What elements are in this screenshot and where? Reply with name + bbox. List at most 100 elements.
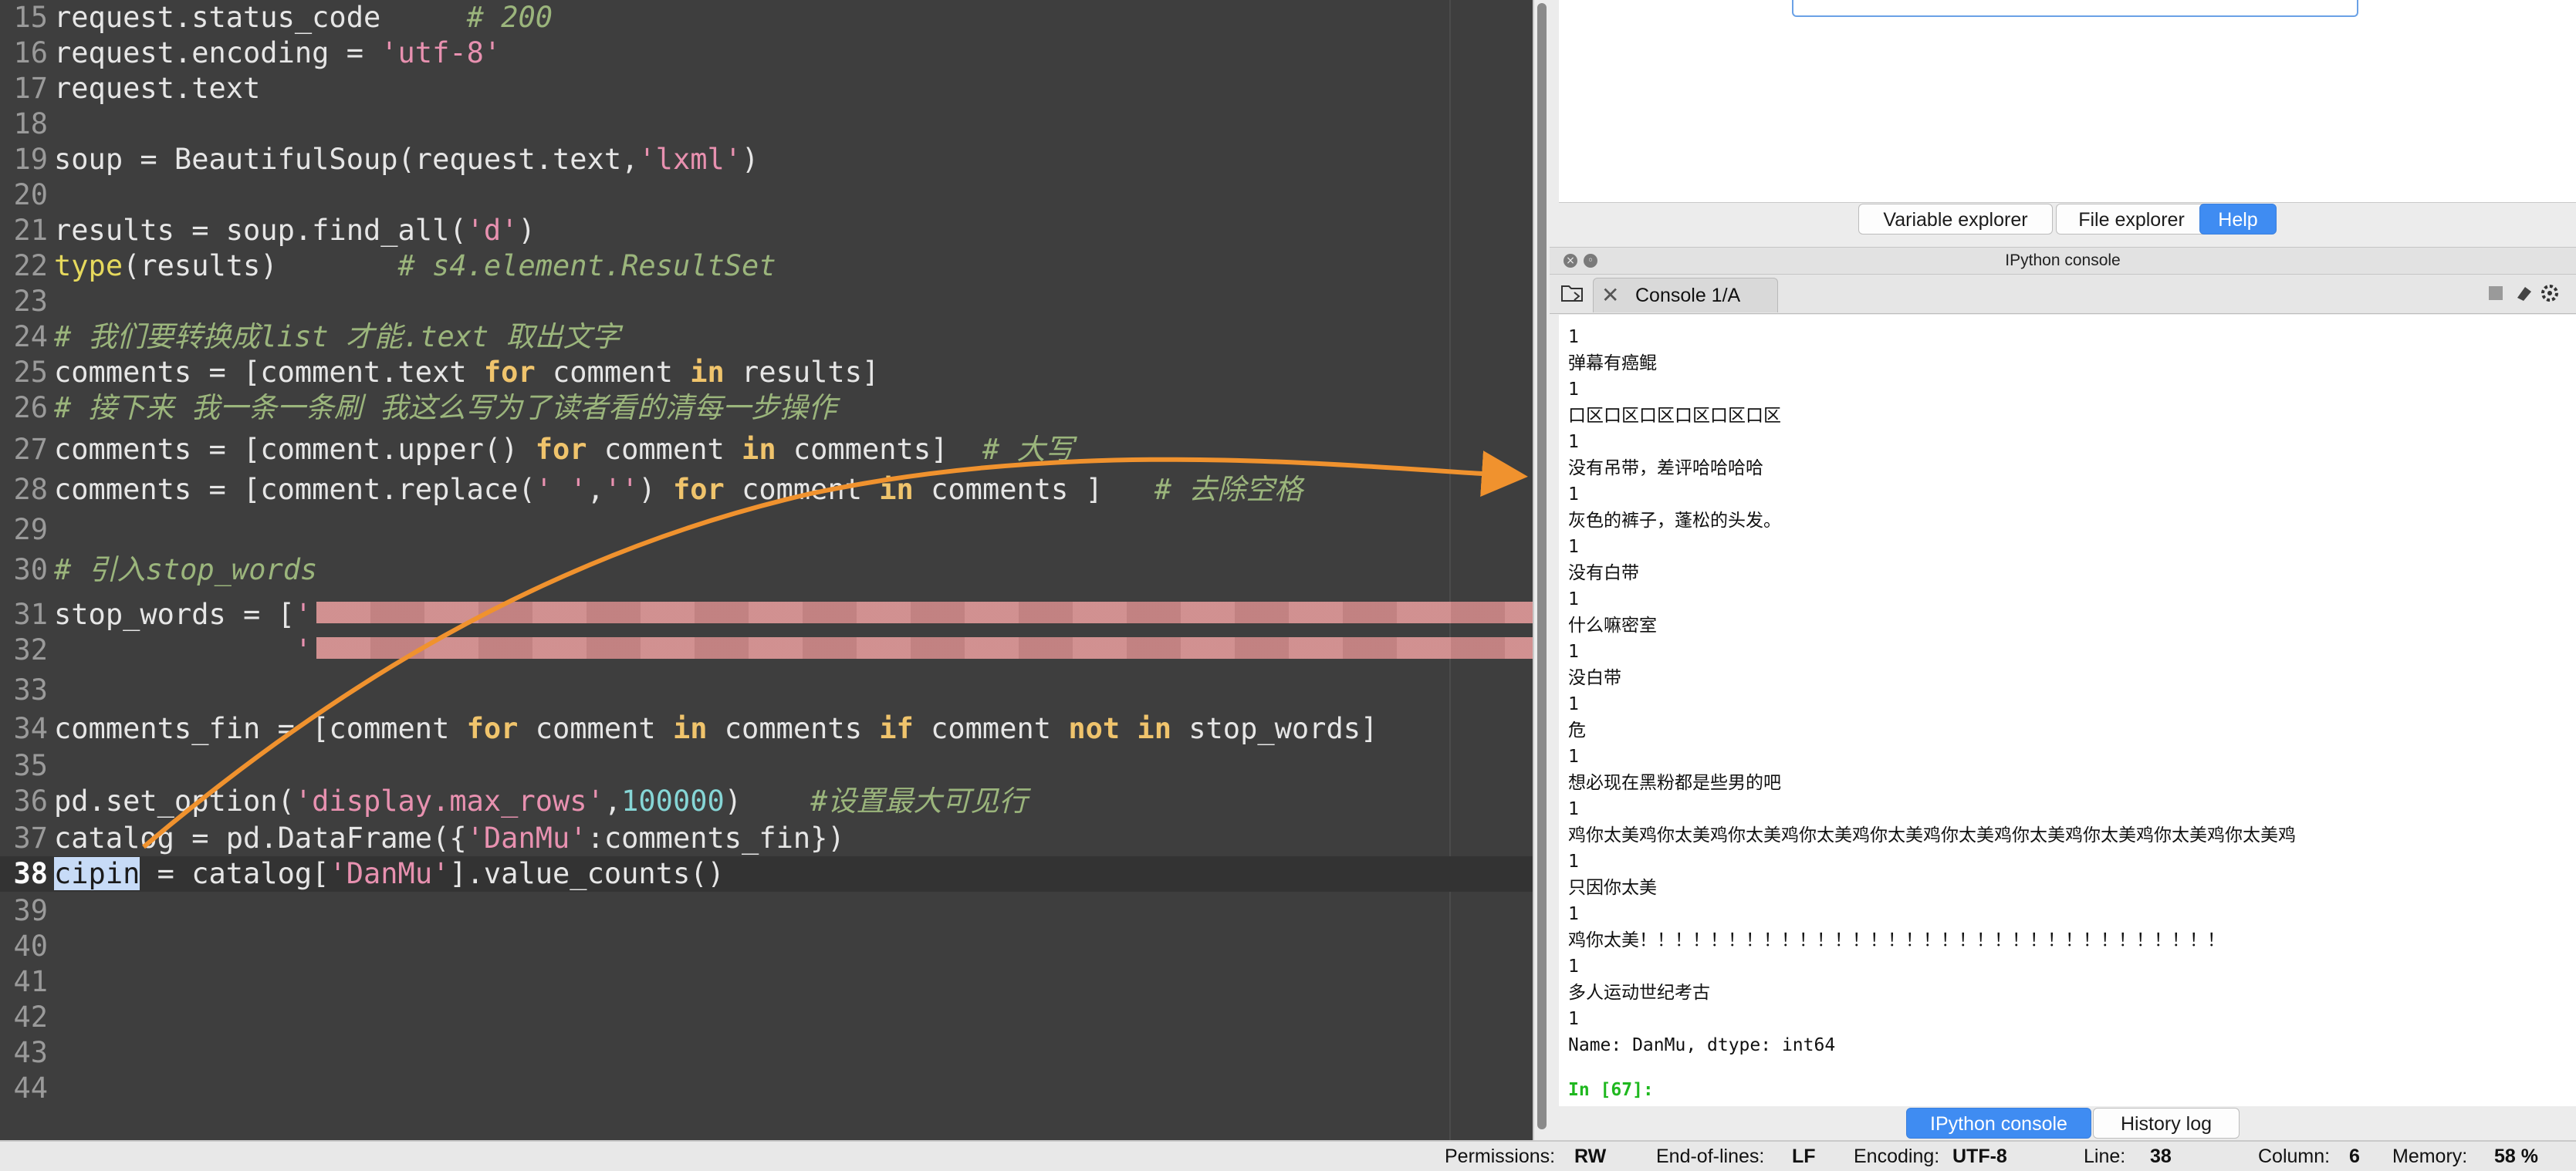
editor-line[interactable]: 21 results = soup.find_all('d') <box>0 213 1533 248</box>
code-text[interactable]: cipin = catalog['DanMu'].value_counts() <box>54 856 725 892</box>
editor-line[interactable]: 36 pd.set_option('display.max_rows',10000… <box>0 784 1533 819</box>
editor-line[interactable]: 41 <box>0 964 1533 1000</box>
line-number: 24 <box>13 320 48 353</box>
column-label: Column: <box>2258 1146 2331 1167</box>
code-text[interactable]: comments = [comment.upper() for comment … <box>54 432 1073 467</box>
editor-line[interactable]: 23 <box>0 284 1533 319</box>
help-pane <box>1559 0 2576 203</box>
console-output-line: 1 <box>1568 327 1579 347</box>
gear-icon[interactable] <box>2541 284 2559 302</box>
close-tab-icon[interactable]: ✕ <box>1601 282 1619 309</box>
line-number: 20 <box>13 178 48 211</box>
editor-line[interactable]: 19 soup = BeautifulSoup(request.text,'lxm… <box>0 142 1533 177</box>
memory-value: 58 % <box>2494 1146 2538 1167</box>
console-output-line: 灰色的裤子，蓬松的头发。 <box>1568 511 1781 531</box>
code-text[interactable]: comments_fin = [comment for comment in c… <box>54 711 1378 747</box>
console-output-line: 口区口区口区口区口区口区 <box>1568 406 1781 426</box>
line-number: 16 <box>13 36 48 69</box>
line-number: 33 <box>13 673 48 707</box>
code-editor[interactable]: 15 request.status_code # 200 16 request.enc… <box>0 0 1533 1140</box>
eraser-icon[interactable] <box>2514 284 2533 302</box>
code-text[interactable]: pd.set_option('display.max_rows',100000)… <box>54 784 1027 819</box>
editor-line[interactable]: 27 comments = [comment.upper() for commen… <box>0 432 1533 467</box>
encoding-value: UTF-8 <box>1952 1146 2007 1167</box>
editor-line[interactable]: 40 <box>0 929 1533 964</box>
console-output[interactable]: 1 弹幕有癌鲲 1 口区口区口区口区口区口区 1 没有吊带，差评哈哈哈哈 1 灰色的裤子，蓬松… <box>1559 315 2576 1106</box>
editor-line[interactable]: 37 catalog = pd.DataFrame({'DanMu':commen… <box>0 821 1533 856</box>
line-number: 35 <box>13 749 48 782</box>
editor-line[interactable]: 15 request.status_code # 200 <box>0 0 1533 35</box>
close-pane-icon[interactable]: × <box>1564 254 1577 268</box>
eol-value: LF <box>1792 1146 1816 1167</box>
console-toolbar: ✕ Console 1/A <box>1550 275 2576 314</box>
editor-line[interactable]: 44 <box>0 1071 1533 1106</box>
editor-line[interactable]: 17 request.text <box>0 71 1533 106</box>
right-pane: Variable explorer File explorer Help IPy… <box>1550 0 2576 1140</box>
code-text[interactable]: type(results) # s4.element.ResultSet <box>54 248 776 284</box>
editor-line[interactable]: 18 <box>0 106 1533 142</box>
code-text[interactable]: request.text <box>54 71 260 106</box>
tab-variable-explorer[interactable]: Variable explorer <box>1858 204 2053 235</box>
console-output-line: 1 <box>1568 537 1579 557</box>
editor-line[interactable]: 25 comments = [comment.text for comment i… <box>0 355 1533 390</box>
editor-line[interactable]: 38 cipin = catalog['DanMu'].value_counts(… <box>0 856 1533 892</box>
editor-line[interactable]: 20 <box>0 177 1533 213</box>
line-number: 25 <box>13 356 48 389</box>
line-number: 28 <box>13 473 48 506</box>
code-text[interactable]: request.encoding = 'utf-8' <box>54 35 501 71</box>
tab-file-explorer[interactable]: File explorer <box>2056 204 2207 235</box>
stop-words-string-line-32 <box>316 637 1533 659</box>
permissions-label: Permissions: <box>1445 1146 1556 1167</box>
code-text[interactable]: comments = [comment.replace(' ','') for … <box>54 472 1303 508</box>
code-text[interactable]: request.status_code # 200 <box>54 0 553 35</box>
tab-help[interactable]: Help <box>2199 204 2277 235</box>
console-output-line: 鸡你太美鸡你太美鸡你太美鸡你太美鸡你太美鸡你太美鸡你太美鸡你太美鸡你太美鸡你太美… <box>1568 825 2296 845</box>
console-output-line: 没白带 <box>1568 668 1621 688</box>
code-text[interactable]: # 引入stop_words <box>54 552 317 588</box>
help-search-field[interactable] <box>1792 0 2358 17</box>
console-output-line: 1 <box>1568 484 1579 505</box>
console-output-line: Name: DanMu, dtype: int64 <box>1568 1035 1836 1055</box>
editor-line[interactable]: 42 <box>0 1000 1533 1035</box>
code-text[interactable]: results = soup.find_all('d') <box>54 213 536 248</box>
line-label: Line: <box>2084 1146 2126 1167</box>
editor-line[interactable]: 33 <box>0 673 1533 708</box>
line-number: 41 <box>13 965 48 998</box>
undock-pane-icon[interactable]: ◦ <box>1584 254 1597 268</box>
browse-tabs-icon[interactable] <box>1560 282 1584 302</box>
stop-words-string-line-31 <box>316 602 1533 623</box>
code-text[interactable]: catalog = pd.DataFrame({'DanMu':comments… <box>54 821 845 856</box>
editor-line[interactable]: 29 <box>0 512 1533 548</box>
editor-scrollbar-thumb[interactable] <box>1537 3 1547 1129</box>
line-number: 43 <box>13 1036 48 1069</box>
editor-line[interactable]: 16 request.encoding = 'utf-8' <box>0 35 1533 71</box>
line-number: 39 <box>13 894 48 927</box>
code-text[interactable]: # 接下来 我一条一条刷 我这么写为了读者看的清每一步操作 <box>54 390 837 426</box>
permissions-value: RW <box>1574 1146 1607 1167</box>
editor-line[interactable]: 34 comments_fin = [comment for comment in… <box>0 711 1533 747</box>
stop-icon[interactable] <box>2486 284 2505 302</box>
editor-line[interactable]: 35 <box>0 748 1533 784</box>
editor-line[interactable]: 22 type(results) # s4.element.ResultSet <box>0 248 1533 284</box>
console-prompt[interactable]: In [67]: <box>1568 1077 1654 1103</box>
editor-scrollbar[interactable] <box>1533 0 1550 1140</box>
line-number: 32 <box>13 633 48 666</box>
editor-line[interactable]: 28 comments = [comment.replace(' ','') fo… <box>0 472 1533 508</box>
code-text[interactable]: soup = BeautifulSoup(request.text,'lxml'… <box>54 142 759 177</box>
line-number: 36 <box>13 785 48 818</box>
code-text[interactable]: comments = [comment.text for comment in … <box>54 355 879 390</box>
editor-line[interactable]: 39 <box>0 893 1533 929</box>
code-text[interactable]: ' <box>54 633 312 668</box>
tab-ipython-console[interactable]: IPython console <box>1906 1108 2091 1139</box>
code-text[interactable]: # 我们要转换成list 才能.text 取出文字 <box>54 319 620 355</box>
editor-line[interactable]: 30 # 引入stop_words <box>0 552 1533 588</box>
code-text[interactable]: stop_words = [' <box>54 597 312 633</box>
tab-history-log[interactable]: History log <box>2093 1108 2240 1139</box>
tab-console-1a[interactable]: ✕ Console 1/A <box>1593 278 1778 312</box>
console-output-line: 弹幕有癌鲲 <box>1568 353 1657 373</box>
editor-line[interactable]: 43 <box>0 1035 1533 1071</box>
line-number: 34 <box>13 712 48 745</box>
editor-line[interactable]: 24 # 我们要转换成list 才能.text 取出文字 <box>0 319 1533 355</box>
line-value: 38 <box>2150 1146 2172 1167</box>
editor-line[interactable]: 26 # 接下来 我一条一条刷 我这么写为了读者看的清每一步操作 <box>0 390 1533 426</box>
